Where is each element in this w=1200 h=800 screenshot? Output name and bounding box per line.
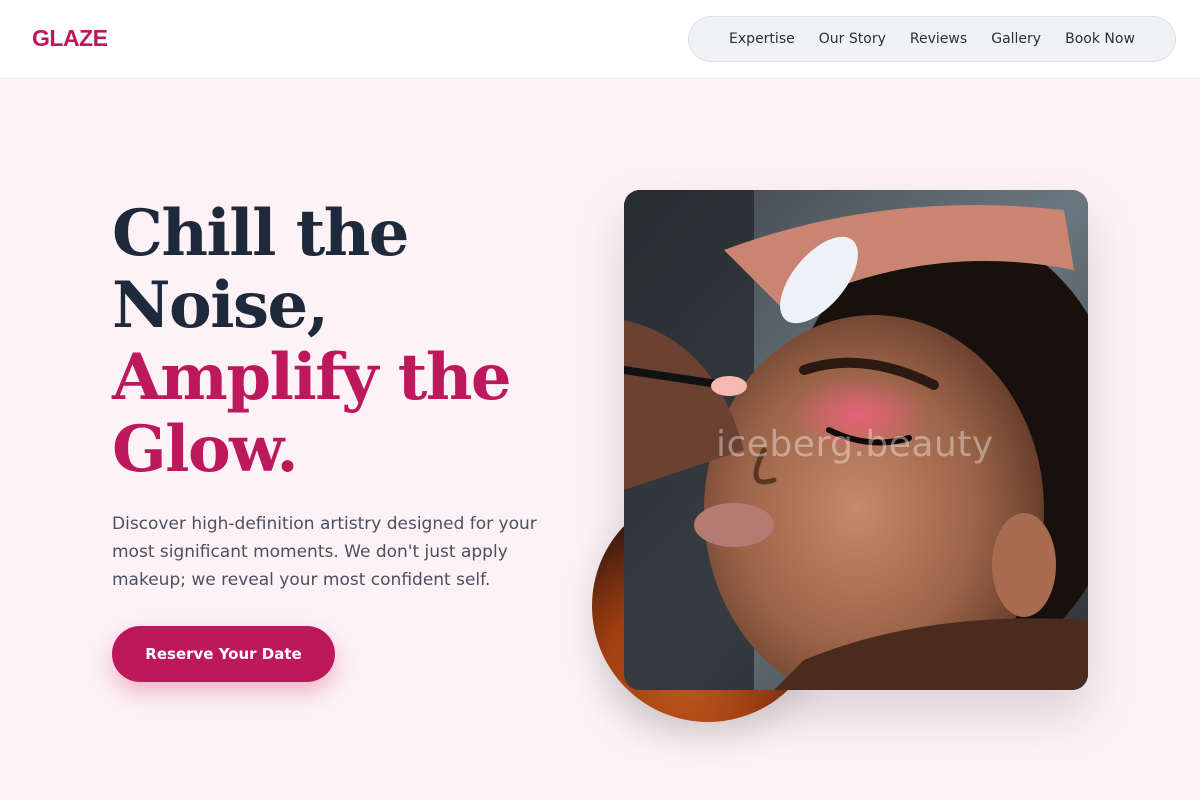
nav-item-book-now[interactable]: Book Now [1065, 31, 1135, 47]
makeup-application-image [624, 190, 1088, 690]
hero-title-line-4: Glow. [112, 412, 299, 487]
reserve-date-button[interactable]: Reserve Your Date [112, 626, 335, 682]
nav-item-our-story[interactable]: Our Story [819, 31, 886, 47]
brand-logo[interactable]: GLAZE [32, 25, 108, 52]
hero-photo [624, 190, 1088, 690]
hero-title-line-3: Amplify the [112, 340, 512, 415]
site-header: GLAZE Expertise Our Story Reviews Galler… [0, 0, 1200, 79]
hero-description: Discover high-definition artistry design… [112, 514, 537, 590]
hero-title-line-1: Chill the [112, 196, 410, 271]
nav-item-gallery[interactable]: Gallery [991, 31, 1041, 47]
nav-item-reviews[interactable]: Reviews [910, 31, 967, 47]
main-nav: Expertise Our Story Reviews Gallery Book… [688, 16, 1176, 62]
nav-item-expertise[interactable]: Expertise [729, 31, 795, 47]
hero-title-line-2: Noise, [112, 268, 329, 343]
hero-title: Chill the Noise, Amplify the Glow. [112, 198, 582, 486]
